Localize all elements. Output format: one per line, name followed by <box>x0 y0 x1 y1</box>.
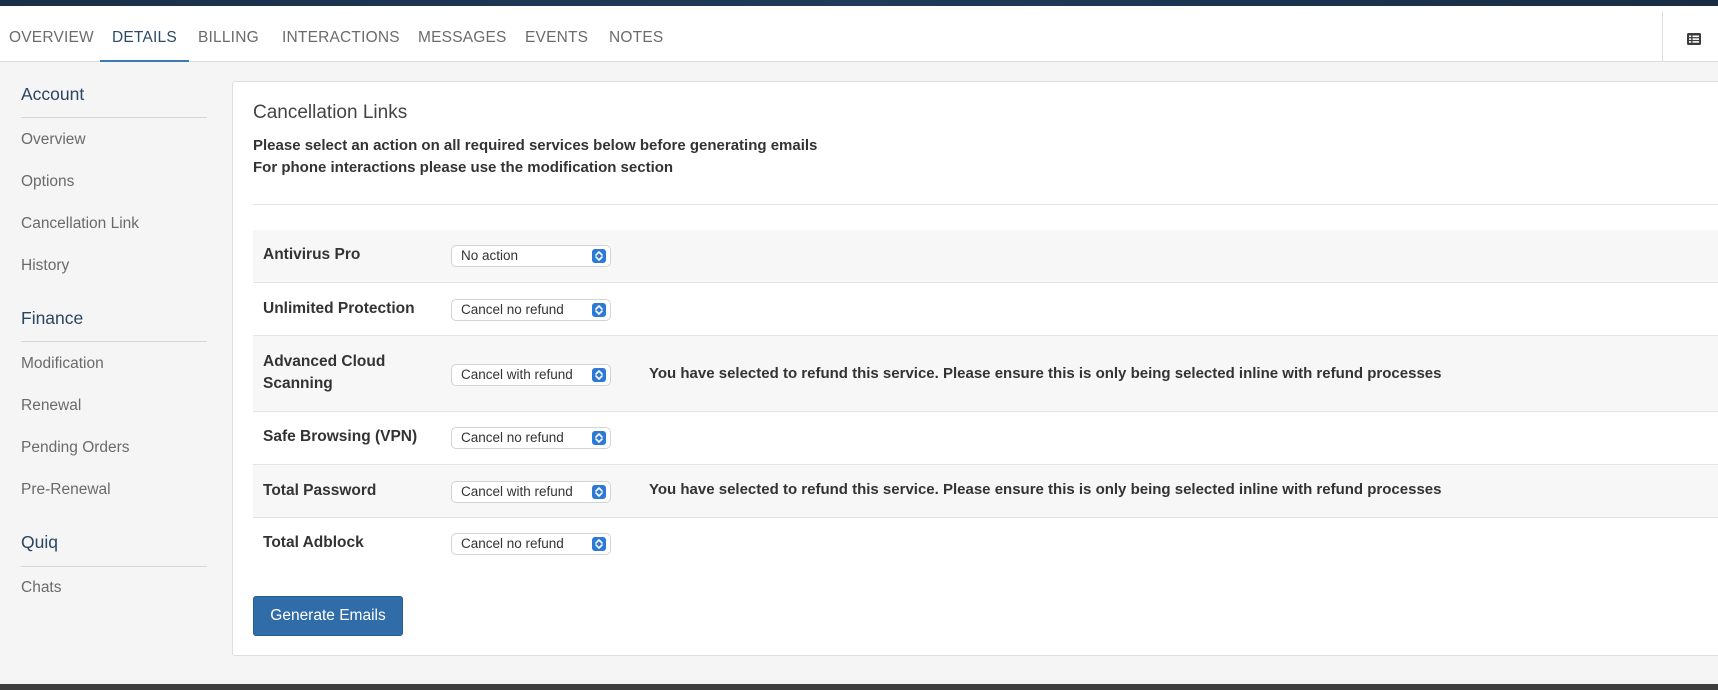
service-action-select[interactable]: Cancel with refund <box>451 364 611 386</box>
service-action-value: Cancel no refund <box>461 536 564 551</box>
instruction-text: For phone interactions please use the mo… <box>253 159 674 176</box>
select-arrows-icon <box>592 431 606 445</box>
cancellation-links-panel: Cancellation Links Please select an acti… <box>232 81 1718 656</box>
service-name: Unlimited Protection <box>263 300 415 317</box>
service-row: Total Adblock Cancel no refund <box>253 518 1718 571</box>
select-arrows-icon <box>592 303 606 317</box>
service-row: Total Password Cancel with refund You ha… <box>253 465 1718 518</box>
select-arrows-icon <box>592 537 606 551</box>
sidebar: Account Overview Options Cancellation Li… <box>0 63 225 683</box>
tab-interactions[interactable]: INTERACTIONS <box>282 6 400 62</box>
refund-warning: You have selected to refund this service… <box>649 481 1442 498</box>
select-arrows-icon <box>592 368 606 382</box>
sidebar-heading-account: Account <box>21 84 85 104</box>
service-name: Total Adblock <box>263 534 364 551</box>
sidebar-heading-quiq: Quiq <box>21 532 58 552</box>
sidebar-heading-finance: Finance <box>21 308 84 328</box>
sidebar-item-pre-renewal[interactable]: Pre-Renewal <box>21 481 111 499</box>
refund-warning: You have selected to refund this service… <box>649 365 1442 382</box>
sidebar-item-pending-orders[interactable]: Pending Orders <box>21 439 130 457</box>
bottom-strip <box>0 684 1718 690</box>
sidebar-item-modification[interactable]: Modification <box>21 355 104 373</box>
sidebar-item-history[interactable]: History <box>21 257 69 275</box>
service-action-value: No action <box>461 248 519 263</box>
tab-notes[interactable]: NOTES <box>609 6 663 62</box>
generate-emails-button[interactable]: Generate Emails <box>253 596 403 636</box>
sidebar-item-chats[interactable]: Chats <box>21 579 62 597</box>
tab-bar: OVERVIEW DETAILS BILLING INTERACTIONS ME… <box>0 6 1718 62</box>
tab-details[interactable]: DETAILS <box>100 6 189 62</box>
tab-messages[interactable]: MESSAGES <box>418 6 507 62</box>
service-name: Antivirus Pro <box>263 246 361 263</box>
service-action-value: Cancel no refund <box>461 302 564 317</box>
sidebar-divider <box>21 117 207 118</box>
sidebar-divider <box>21 566 207 567</box>
service-action-value: Cancel no refund <box>461 430 564 445</box>
tab-bar-divider <box>1662 12 1663 62</box>
service-action-select[interactable]: Cancel with refund <box>451 481 611 503</box>
sidebar-item-overview[interactable]: Overview <box>21 131 86 149</box>
service-name: Advanced Cloud Scanning <box>263 353 386 392</box>
tab-billing[interactable]: BILLING <box>198 6 259 62</box>
panel-title: Cancellation Links <box>253 102 408 123</box>
tab-events[interactable]: EVENTS <box>525 6 588 62</box>
sidebar-item-renewal[interactable]: Renewal <box>21 397 81 415</box>
select-arrows-icon <box>592 485 606 499</box>
service-row: Advanced Cloud Scanning Cancel with refu… <box>253 336 1718 412</box>
sidebar-divider <box>21 341 207 342</box>
list-icon <box>1687 33 1701 45</box>
service-name: Safe Browsing (VPN) <box>263 428 418 445</box>
select-arrows-icon <box>592 249 606 263</box>
service-row: Antivirus Pro No action <box>253 230 1718 283</box>
panel-divider <box>253 204 1718 205</box>
service-row: Safe Browsing (VPN) Cancel no refund <box>253 412 1718 465</box>
sidebar-item-cancellation-link[interactable]: Cancellation Link <box>21 215 139 233</box>
service-name: Total Password <box>263 482 377 499</box>
service-row: Unlimited Protection Cancel no refund <box>253 283 1718 336</box>
instruction-text: Please select an action on all required … <box>253 137 818 154</box>
service-action-value: Cancel with refund <box>461 484 573 499</box>
service-action-select[interactable]: Cancel no refund <box>451 533 611 555</box>
sidebar-item-options[interactable]: Options <box>21 173 74 191</box>
tab-overview[interactable]: OVERVIEW <box>9 6 94 62</box>
service-action-select[interactable]: Cancel no refund <box>451 299 611 321</box>
service-action-select[interactable]: No action <box>451 245 611 267</box>
panel-toggle-button[interactable] <box>1675 25 1711 55</box>
service-action-value: Cancel with refund <box>461 367 573 382</box>
service-action-select[interactable]: Cancel no refund <box>451 427 611 449</box>
